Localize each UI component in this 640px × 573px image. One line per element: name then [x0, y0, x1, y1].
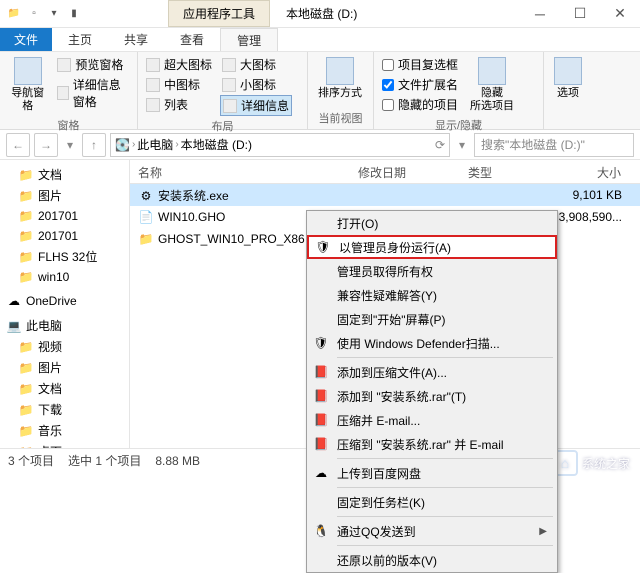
- col-type[interactable]: 类型: [460, 160, 540, 183]
- details-pane-button[interactable]: 详细信息窗格: [55, 75, 131, 111]
- view-m-icons[interactable]: 中图标: [144, 75, 214, 94]
- tab-view[interactable]: 查看: [164, 28, 220, 51]
- tree-item[interactable]: 📁图片: [0, 185, 129, 206]
- status-size: 8.88 MB: [155, 454, 200, 468]
- tree-item[interactable]: 📁文档: [0, 378, 129, 399]
- view-details[interactable]: 详细信息: [220, 95, 292, 116]
- context-menu: 打开(O)🛡以管理员身份运行(A)管理员取得所有权兼容性疑难解答(Y)固定到"开…: [306, 210, 558, 573]
- context-tab[interactable]: 应用程序工具: [168, 0, 270, 27]
- tree-item[interactable]: 📁图片: [0, 357, 129, 378]
- addr-dropdown-icon[interactable]: ▾: [454, 133, 470, 157]
- minimize-button[interactable]: ─: [520, 0, 560, 28]
- file-row[interactable]: ⚙安装系统.exe9,101 KB: [130, 184, 640, 206]
- close-button[interactable]: ✕: [600, 0, 640, 28]
- ribbon: 导航窗格 预览窗格 详细信息窗格 窗格 超大图标 中图标 列表 大图标 小图标 …: [0, 52, 640, 130]
- address-bar[interactable]: 💽› 此电脑› 本地磁盘 (D:) ⟳: [110, 133, 450, 157]
- breadcrumb-drive[interactable]: 本地磁盘 (D:): [181, 136, 252, 153]
- tree-item[interactable]: 📁下载: [0, 399, 129, 420]
- maximize-button[interactable]: ☐: [560, 0, 600, 28]
- context-menu-item[interactable]: 固定到"开始"屏幕(P): [307, 307, 557, 331]
- context-menu-item[interactable]: 📕添加到压缩文件(A)...: [307, 360, 557, 384]
- context-menu-item[interactable]: 🐧通过QQ发送到▶: [307, 519, 557, 543]
- back-button[interactable]: ←: [6, 133, 30, 157]
- chk-file-ext[interactable]: 文件扩展名: [380, 75, 460, 94]
- tree-item[interactable]: 📁视频: [0, 336, 129, 357]
- context-menu-item[interactable]: 📕添加到 "安装系统.rar"(T): [307, 384, 557, 408]
- view-list[interactable]: 列表: [144, 95, 214, 114]
- window-title: 本地磁盘 (D:): [276, 1, 367, 26]
- drive-icon: 💽: [115, 138, 130, 152]
- context-menu-item[interactable]: 兼容性疑难解答(Y): [307, 283, 557, 307]
- view-l-icons[interactable]: 大图标: [220, 55, 292, 74]
- watermark: ⌂ 系统之家: [552, 450, 630, 476]
- breadcrumb-pc[interactable]: 此电脑: [137, 136, 173, 153]
- view-xl-icons[interactable]: 超大图标: [144, 55, 214, 74]
- tab-share[interactable]: 共享: [108, 28, 164, 51]
- chk-hidden[interactable]: 隐藏的项目: [380, 95, 460, 114]
- group-label-layout: 布局: [144, 116, 301, 134]
- tree-item[interactable]: 💻此电脑: [0, 315, 129, 336]
- list-header[interactable]: 名称 修改日期 类型 大小: [130, 160, 640, 184]
- group-label-panes: 窗格: [6, 115, 131, 133]
- forward-button[interactable]: →: [34, 133, 58, 157]
- context-menu-item[interactable]: 固定到任务栏(K): [307, 490, 557, 514]
- refresh-icon[interactable]: ⟳: [435, 138, 445, 152]
- folder-icon: 📁: [6, 6, 22, 22]
- up-button[interactable]: ↑: [82, 133, 106, 157]
- tab-manage[interactable]: 管理: [220, 28, 278, 51]
- tree-item[interactable]: ☁OneDrive: [0, 291, 129, 311]
- menubar: 文件 主页 共享 查看 管理: [0, 28, 640, 52]
- tree-item[interactable]: 📁桌面: [0, 441, 129, 448]
- col-name[interactable]: 名称: [130, 160, 350, 183]
- preview-pane-button[interactable]: 预览窗格: [55, 55, 131, 74]
- sort-button[interactable]: 排序方式: [314, 55, 366, 108]
- nav-tree[interactable]: 📁文档📁图片📁201701📁201701📁FLHS 32位📁win10☁OneD…: [0, 160, 130, 448]
- tab-home[interactable]: 主页: [52, 28, 108, 51]
- qat-dropdown-icon[interactable]: ▾: [46, 6, 62, 22]
- qat-icon[interactable]: ▫: [26, 6, 42, 22]
- tree-item[interactable]: 📁201701: [0, 226, 129, 246]
- status-selected: 选中 1 个项目: [68, 452, 141, 469]
- col-date[interactable]: 修改日期: [350, 160, 460, 183]
- context-menu-item[interactable]: ☁上传到百度网盘: [307, 461, 557, 485]
- titlebar: 📁 ▫ ▾ ▮ 应用程序工具 本地磁盘 (D:) ─ ☐ ✕: [0, 0, 640, 28]
- context-menu-item[interactable]: 打开(O): [307, 211, 557, 235]
- tree-item[interactable]: 📁win10: [0, 267, 129, 287]
- group-label-view: 当前视图: [314, 108, 367, 126]
- hide-selected-button[interactable]: 隐藏 所选项目: [466, 55, 518, 115]
- view-s-icons[interactable]: 小图标: [220, 75, 292, 94]
- context-menu-item[interactable]: 管理员取得所有权: [307, 259, 557, 283]
- tree-item[interactable]: 📁音乐: [0, 420, 129, 441]
- nav-pane-button[interactable]: 导航窗格: [6, 55, 49, 115]
- context-menu-item[interactable]: 🛡以管理员身份运行(A): [307, 235, 557, 259]
- context-menu-item[interactable]: 还原以前的版本(V): [307, 548, 557, 572]
- group-label-show: 显示/隐藏: [380, 115, 537, 133]
- file-menu[interactable]: 文件: [0, 28, 52, 51]
- context-menu-item[interactable]: 📕压缩并 E-mail...: [307, 408, 557, 432]
- qat-sep-icon: ▮: [66, 6, 82, 22]
- tree-item[interactable]: 📁201701: [0, 206, 129, 226]
- tree-item[interactable]: 📁FLHS 32位: [0, 246, 129, 267]
- search-input[interactable]: 搜索"本地磁盘 (D:)": [474, 133, 634, 157]
- context-menu-item[interactable]: 📕压缩到 "安装系统.rar" 并 E-mail: [307, 432, 557, 456]
- col-size[interactable]: 大小: [540, 160, 630, 183]
- context-menu-item[interactable]: 🛡使用 Windows Defender扫描...: [307, 331, 557, 355]
- chk-item-checkboxes[interactable]: 项目复选框: [380, 55, 460, 74]
- options-button[interactable]: 选项: [550, 55, 586, 124]
- tree-item[interactable]: 📁文档: [0, 164, 129, 185]
- address-row: ← → ▾ ↑ 💽› 此电脑› 本地磁盘 (D:) ⟳ ▾ 搜索"本地磁盘 (D…: [0, 130, 640, 160]
- status-count: 3 个项目: [8, 452, 54, 469]
- recent-dropdown[interactable]: ▾: [62, 133, 78, 157]
